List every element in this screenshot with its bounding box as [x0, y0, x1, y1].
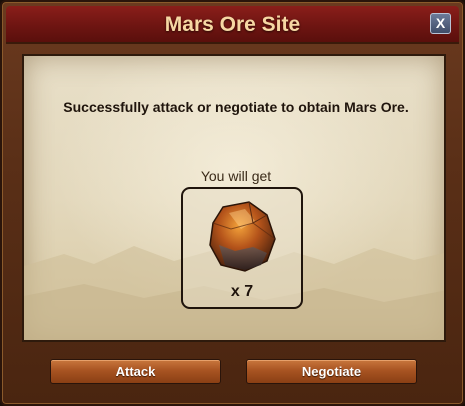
close-button[interactable]: X — [430, 13, 451, 34]
reward-box: x 7 — [181, 187, 303, 309]
title-bar: Mars Ore Site — [6, 6, 459, 44]
reward-label: You will get — [200, 168, 272, 184]
content-panel: Successfully attack or negotiate to obta… — [22, 54, 446, 342]
mars-ore-icon — [209, 201, 276, 272]
instruction-text: Successfully attack or negotiate to obta… — [63, 99, 409, 115]
mars-ore-site-dialog: Mars Ore Site X Successfully attack or n… — [0, 0, 465, 406]
attack-button[interactable]: Attack — [50, 359, 221, 384]
dialog-title: Mars Ore Site — [164, 13, 301, 36]
reward-quantity: x 7 — [230, 283, 254, 300]
negotiate-button[interactable]: Negotiate — [246, 359, 417, 384]
